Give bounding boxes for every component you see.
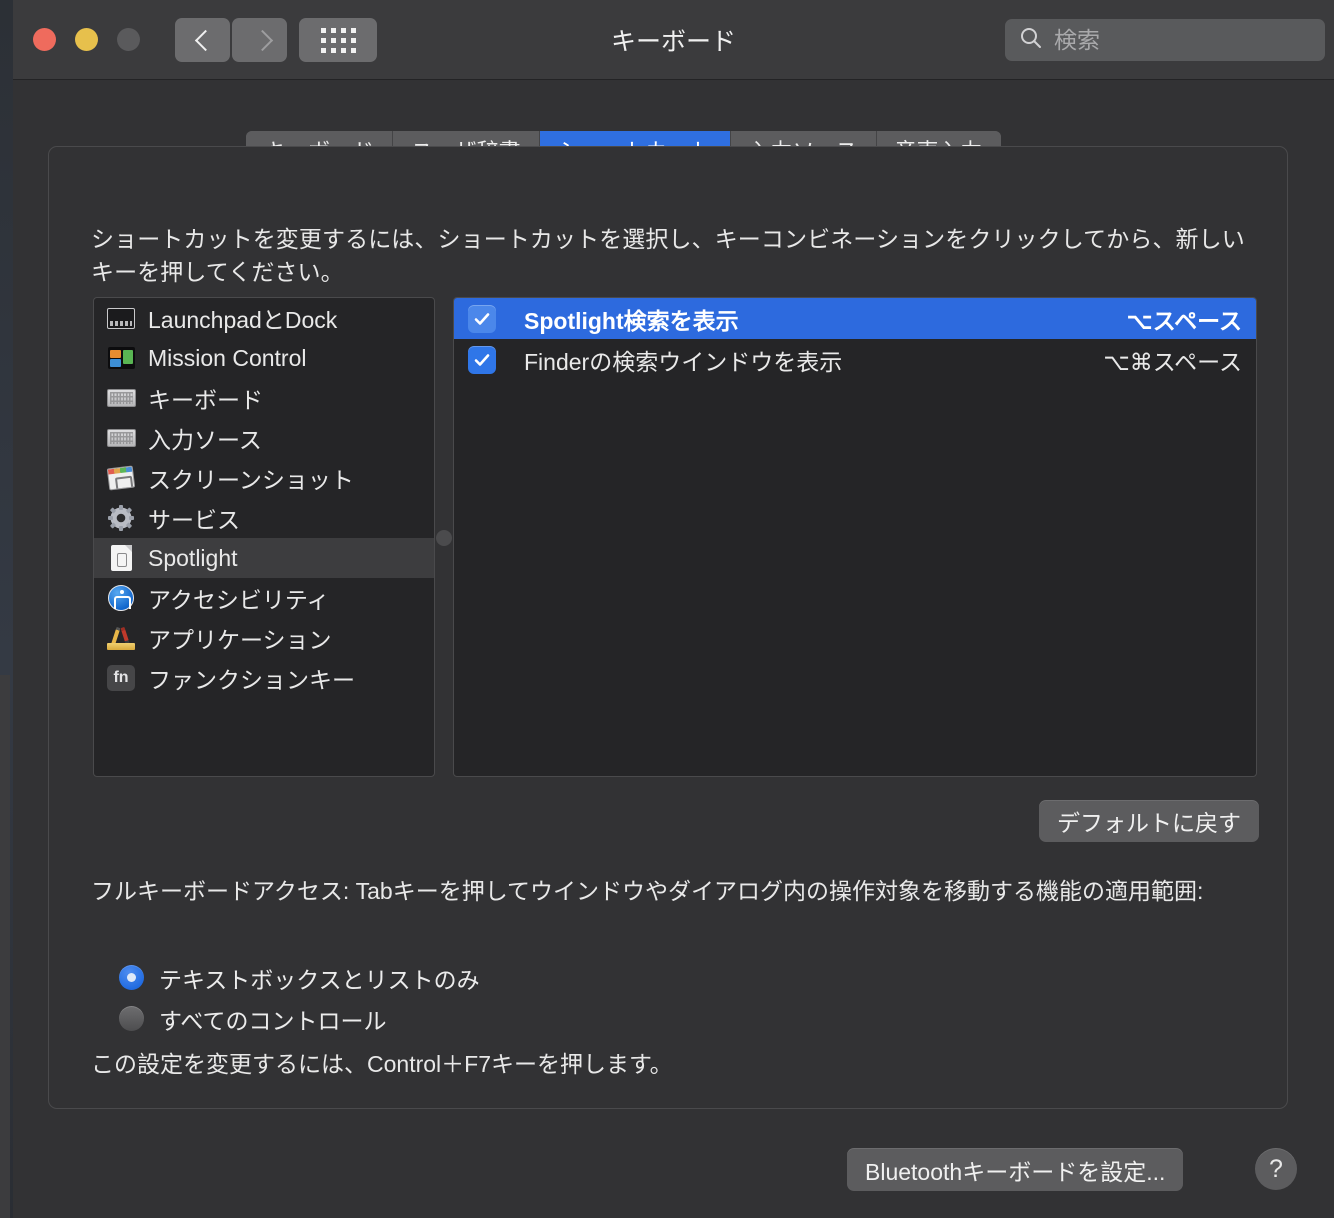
sidebar-item-screenshots[interactable]: スクリーンショット: [94, 458, 434, 498]
spotlight-doc-icon: [106, 545, 136, 571]
search-icon: [1019, 26, 1043, 55]
minimize-button[interactable]: [75, 28, 98, 51]
pane-resize-handle[interactable]: [436, 530, 452, 546]
sidebar-item-label: ファンクションキー: [148, 667, 355, 693]
restore-defaults-wrap: デフォルトに戻す: [1039, 800, 1259, 842]
back-button[interactable]: [175, 18, 230, 62]
setup-bluetooth-keyboard-button[interactable]: Bluetoothキーボードを設定...: [847, 1148, 1184, 1191]
full-keyboard-access-radio-group: テキストボックスとリストのみ すべてのコントロール: [119, 957, 480, 1039]
window-toolbar: キーボード 検索: [13, 0, 1334, 80]
preferences-window: キーボード 検索 キーボード ユーザ辞書 ショートカット 入力ソース 音声入力 …: [0, 0, 1334, 1218]
shortcut-name: Finderの検索ウインドウを表示: [524, 348, 843, 375]
panel-description: ショートカットを変更するには、ショートカットを選択し、キーコンビネーションをクリ…: [91, 226, 1245, 285]
accessibility-icon: [106, 585, 136, 611]
forward-chevron-icon: [253, 29, 266, 51]
show-all-button[interactable]: [299, 18, 377, 62]
fn-key-icon-label: fn: [107, 665, 135, 691]
sidebar-item-keyboard[interactable]: キーボード: [94, 378, 434, 418]
sidebar-item-input-sources[interactable]: 入力ソース: [94, 418, 434, 458]
radio-button-icon[interactable]: [119, 1006, 144, 1031]
applications-icon: [106, 625, 136, 651]
forward-button[interactable]: [232, 18, 287, 62]
shortcut-list[interactable]: Spotlight検索を表示 ⌥スペース Finderの検索ウインドウを表示 ⌥…: [453, 297, 1257, 777]
search-placeholder: 検索: [1054, 26, 1100, 53]
sidebar-item-mission-control[interactable]: Mission Control: [94, 338, 434, 378]
table-row[interactable]: Finderの検索ウインドウを表示 ⌥⌘スペース: [454, 339, 1256, 380]
radio-button-selected-icon[interactable]: [119, 965, 144, 990]
sidebar-item-spotlight[interactable]: Spotlight: [94, 538, 434, 578]
keyboard-icon: [106, 385, 136, 411]
radio-option-all-controls[interactable]: すべてのコントロール: [119, 998, 480, 1039]
sidebar-item-accessibility[interactable]: アクセシビリティ: [94, 578, 434, 618]
grid-icon: [320, 27, 356, 53]
sidebar-item-label: Spotlight: [148, 544, 238, 571]
full-keyboard-access-description: フルキーボードアクセス: Tabキーを押してウインドウやダイアログ内の操作対象を…: [91, 878, 1204, 904]
shortcut-name: Spotlight検索を表示: [524, 307, 739, 334]
sidebar-item-label: サービス: [148, 507, 240, 533]
screenshot-icon: [106, 465, 136, 491]
sidebar-item-label: LaunchpadとDock: [148, 307, 338, 333]
full-keyboard-access-hint: この設定を変更するには、Control＋F7キーを押します。: [91, 1051, 673, 1077]
sidebar-item-label: アクセシビリティ: [148, 587, 330, 613]
radio-option-text-boxes-and-lists[interactable]: テキストボックスとリストのみ: [119, 957, 480, 998]
shortcut-lists: LaunchpadとDock Mission Control キーボード 入力ソ…: [93, 297, 1257, 777]
sidebar-item-label: Mission Control: [148, 344, 307, 371]
radio-label: すべてのコントロール: [159, 1007, 387, 1034]
sidebar-item-services[interactable]: サービス: [94, 498, 434, 538]
shortcut-keys[interactable]: ⌥スペース: [1126, 302, 1242, 336]
sidebar-item-launchpad-dock[interactable]: LaunchpadとDock: [94, 298, 434, 338]
restore-defaults-button[interactable]: デフォルトに戻す: [1039, 800, 1259, 842]
shortcut-checkbox[interactable]: [468, 304, 496, 333]
mission-control-icon: [106, 345, 136, 371]
shortcuts-panel: ショートカットを変更するには、ショートカットを選択し、キーコンビネーションをクリ…: [48, 146, 1288, 1109]
radio-label: テキストボックスとリストのみ: [159, 966, 480, 993]
back-chevron-icon: [196, 29, 209, 51]
category-list[interactable]: LaunchpadとDock Mission Control キーボード 入力ソ…: [93, 297, 435, 777]
sidebar-item-label: 入力ソース: [148, 427, 262, 453]
services-gear-icon: [106, 505, 136, 531]
sidebar-item-label: アプリケーション: [148, 627, 332, 653]
input-source-icon: [106, 425, 136, 451]
zoom-button[interactable]: [117, 28, 140, 51]
table-row[interactable]: Spotlight検索を表示 ⌥スペース: [454, 298, 1256, 339]
search-field[interactable]: 検索: [1005, 19, 1325, 61]
traffic-light-buttons: [33, 28, 140, 51]
sidebar-item-function-keys[interactable]: fn ファンクションキー: [94, 658, 434, 698]
launchpad-dock-icon: [106, 305, 136, 331]
sidebar-item-applications[interactable]: アプリケーション: [94, 618, 434, 658]
close-button[interactable]: [33, 28, 56, 51]
fn-key-icon: fn: [106, 665, 136, 691]
sidebar-item-label: キーボード: [148, 387, 263, 413]
help-button[interactable]: ?: [1255, 1148, 1297, 1190]
desktop-background-sliver-lower: [0, 675, 10, 1218]
shortcut-keys[interactable]: ⌥⌘スペース: [1103, 343, 1242, 377]
sidebar-item-label: スクリーンショット: [148, 467, 354, 493]
shortcut-checkbox[interactable]: [468, 345, 496, 374]
